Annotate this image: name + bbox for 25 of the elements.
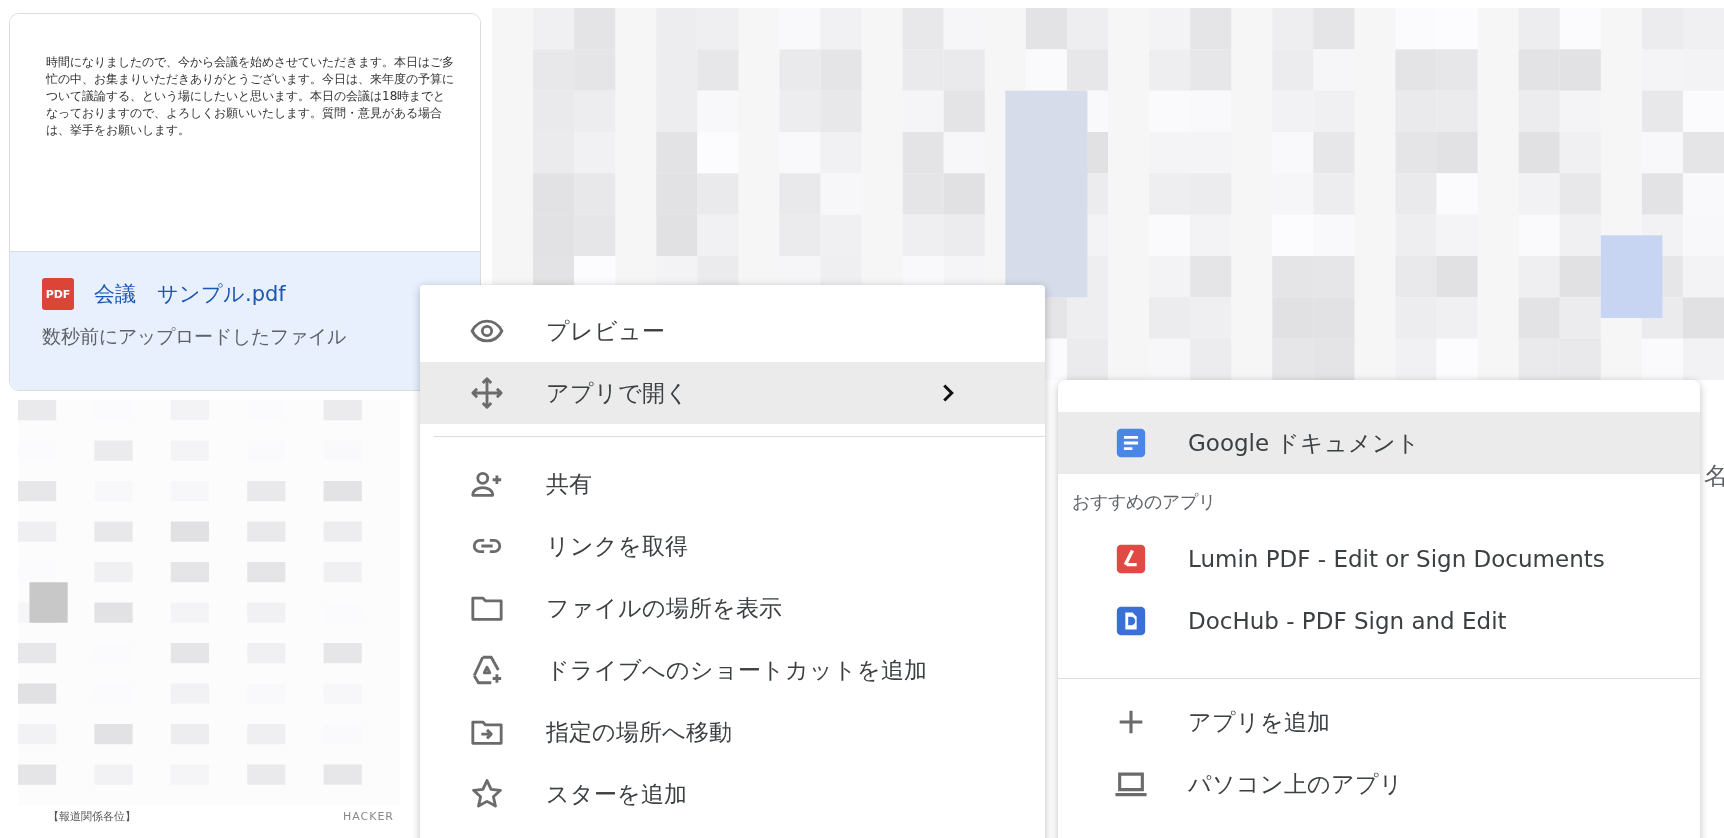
menu-item[interactable]: Lumin PDF - Edit or Sign Documents [1058,528,1700,590]
file-label: 名 [1704,461,1724,492]
menu-item[interactable]: スターを追加 [420,763,1045,825]
pdf-icon: PDF [42,278,74,310]
file-subtitle: 数秒前にアップロードしたファイル [42,324,347,349]
menu-item[interactable]: DocHub - PDF Sign and Edit [1058,590,1700,652]
menu-item[interactable]: ファイルの場所を表示 [420,577,1045,639]
menu-item[interactable]: パソコン上のアプリ [1058,753,1700,815]
drive-add-icon [470,653,504,687]
menu-item[interactable]: Google ドキュメント [1058,412,1700,474]
section-heading: おすすめのアプリ [1071,490,1217,514]
menu-item[interactable]: リンクを取得 [420,515,1045,577]
menu-item[interactable]: 指定の場所へ移動 [420,701,1045,763]
menu-item[interactable]: アプリで開く [420,362,1045,424]
document-footer-text: 【報道関係各位】 [48,809,136,824]
menu-item[interactable]: 共有 [420,453,1045,515]
menu-item[interactable]: アプリを追加 [1058,691,1700,753]
file-name: 会議 サンプル.pdf [94,281,286,308]
file-card[interactable]: 時間になりましたので、今から会議を始めさせていただきます。本日はご多忙の中、お集まりいただきありがとうございます。今日は、来年度の予算について議論する、という場にしたいと思います。本日の会議は18時までとなっておりますので、よろしくお願いいたします。質問・意見がある場合は、挙手をお願いします。 PDF 会議 サンプル.pdf 数秒前にアップロードしたファイル [9,13,481,391]
document-logo-text: HACKER [342,810,394,823]
preview-text: 時間になりましたので、今から会議を始めさせていただきます。本日はご多忙の中、お集まりいただきありがとうございます。今日は、来年度の予算について議論する、という場にしたいと思います。本日の会議は18時までとなっておりますので、よろしくお願いいたします。質問・意見がある場合は、挙手をお願いします。 [46,54,455,139]
menu-item[interactable]: ドライブへのショートカットを追加 [420,639,1045,701]
file-card[interactable]: 【報道関係各位】 HACKER [18,400,400,838]
chevron-right-icon [941,383,955,403]
move-arrows-icon [470,376,504,410]
